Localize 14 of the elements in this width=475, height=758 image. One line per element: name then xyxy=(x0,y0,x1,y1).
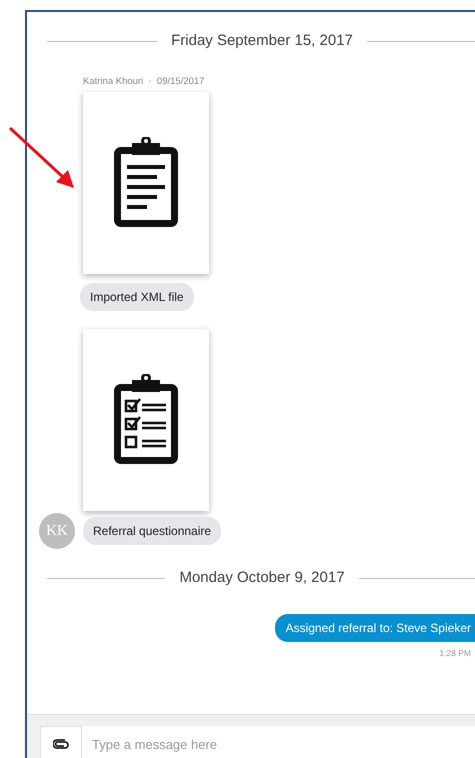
sender-info: Katrina Khouri · 09/15/2017 xyxy=(83,74,206,88)
date-divider: Monday October 9, 2017 xyxy=(179,568,345,588)
date-divider: Friday September 15, 2017 xyxy=(171,31,353,51)
message-bubble: Imported XML file xyxy=(80,282,194,311)
attachment-card[interactable] xyxy=(83,328,209,511)
paperclip-icon xyxy=(53,739,69,749)
attachment-card[interactable] xyxy=(83,92,209,274)
avatar: KK xyxy=(39,512,75,549)
message-time: 1:28 PM xyxy=(439,647,471,660)
message-bubble: Referral questionnaire xyxy=(83,516,222,545)
attach-button[interactable] xyxy=(40,726,82,758)
annotation-arrow xyxy=(8,126,76,190)
message-input[interactable]: Type a message here xyxy=(82,726,475,758)
sent-message-bubble: Assigned referral to: Steve Spieker xyxy=(274,614,475,642)
